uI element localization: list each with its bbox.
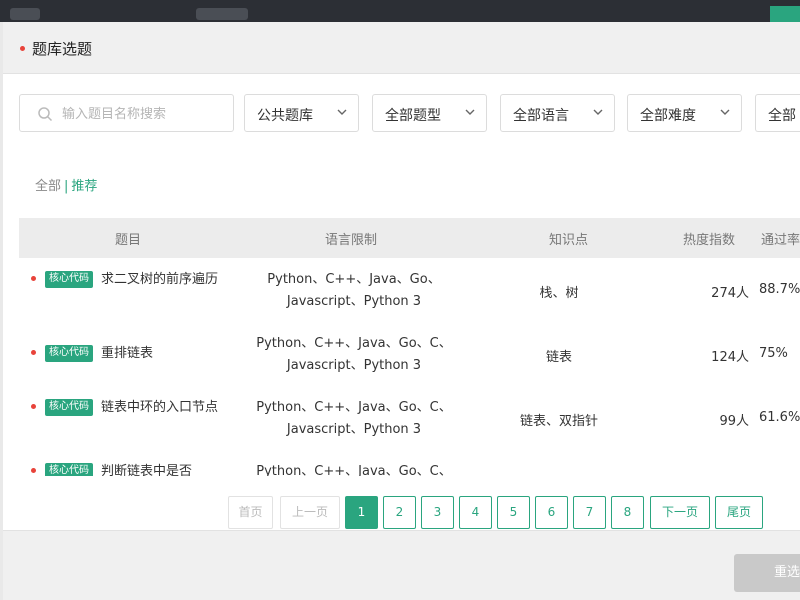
page-button-6[interactable]: 6 <box>535 496 568 529</box>
tab-recommend[interactable]: 推荐 <box>71 179 97 194</box>
page-button-3[interactable]: 3 <box>421 496 454 529</box>
filter-bar: 公共题库 全部题型 全部语言 全部难度 全部 <box>3 94 800 134</box>
pagination: 首页 上一页 1 2 3 4 5 6 7 8 下一页 尾页 <box>3 496 800 530</box>
question-title-cell: 核心代码 重排链表 <box>29 343 234 365</box>
chevron-down-icon <box>337 109 347 115</box>
language-cell: Python、C++、Java、Go、C、 <box>256 464 452 476</box>
top-bar-item <box>196 8 248 20</box>
core-code-tag: 核心代码 <box>45 463 93 476</box>
question-title[interactable]: 求二叉树的前序遍历 <box>101 272 218 287</box>
question-title[interactable]: 判断链表中是否 <box>101 464 192 476</box>
language-cell: Python、C++、Java、Go、Javascript、Python 3 <box>267 272 441 309</box>
language-cell: Python、C++、Java、Go、C、Javascript、Python 3 <box>256 336 452 373</box>
prev-page-button[interactable]: 上一页 <box>280 496 340 529</box>
page-button-2[interactable]: 2 <box>383 496 416 529</box>
chevron-down-icon <box>720 109 730 115</box>
reselect-button[interactable]: 重选 <box>734 554 800 592</box>
bank-select[interactable]: 公共题库 <box>244 94 359 132</box>
page-button-4[interactable]: 4 <box>459 496 492 529</box>
type-select[interactable]: 全部题型 <box>372 94 487 132</box>
question-title-cell: 核心代码 判断链表中是否 <box>29 461 234 476</box>
top-bar-item <box>10 8 40 20</box>
pass-rate-cell: 61.6% <box>759 410 800 425</box>
page-button-5[interactable]: 5 <box>497 496 530 529</box>
language-select[interactable]: 全部语言 <box>500 94 615 132</box>
knowledge-cell: 链表 <box>545 350 572 365</box>
top-bar-action[interactable] <box>770 6 800 22</box>
search-input[interactable] <box>62 104 222 124</box>
page-button-8[interactable]: 8 <box>611 496 644 529</box>
knowledge-cell: 栈、树 <box>539 286 579 301</box>
table-row[interactable]: 核心代码 判断链表中是否 Python、C++、Java、Go、C、 <box>19 451 800 476</box>
heat-cell: 99人 <box>719 414 749 429</box>
first-page-button[interactable]: 首页 <box>228 496 273 529</box>
search-box[interactable] <box>19 94 234 132</box>
language-select-value: 全部语言 <box>513 108 569 124</box>
column-header-heat: 热度指数 <box>683 233 736 248</box>
table-row[interactable]: 核心代码 求二叉树的前序遍历 Python、C++、Java、Go、Javascr… <box>19 259 800 323</box>
title-dot <box>20 46 25 51</box>
core-code-tag: 核心代码 <box>45 345 93 362</box>
dialog-title: 题库选题 <box>32 40 93 58</box>
page-button-1[interactable]: 1 <box>345 496 378 529</box>
column-header-knowledge: 知识点 <box>549 233 589 248</box>
next-page-button[interactable]: 下一页 <box>650 496 710 529</box>
last-page-button[interactable]: 尾页 <box>715 496 763 529</box>
question-title[interactable]: 重排链表 <box>101 346 153 361</box>
column-header-pass-rate: 通过率 <box>761 233 800 248</box>
column-header-language: 语言限制 <box>325 233 378 248</box>
dialog-header: 题库选题 <box>3 22 800 74</box>
question-table: 题目 语言限制 知识点 热度指数 通过率 核心代码 求二叉树的前序遍历 Pytho… <box>19 218 800 476</box>
category-tabs: 全部 | 推荐 <box>35 175 97 194</box>
pass-rate-cell: 88.7% <box>759 282 800 297</box>
dialog-footer: 重选 <box>3 530 800 600</box>
column-header-title: 题目 <box>115 233 142 248</box>
bank-select-value: 公共题库 <box>257 108 313 124</box>
app-top-bar <box>0 0 800 22</box>
extra-select-value: 全部 <box>768 108 796 124</box>
table-row[interactable]: 核心代码 链表中环的入口节点 Python、C++、Java、Go、C、Javas… <box>19 387 800 451</box>
type-select-value: 全部题型 <box>385 108 441 124</box>
tab-all[interactable]: 全部 <box>35 179 61 194</box>
extra-select[interactable]: 全部 <box>755 94 800 132</box>
chevron-down-icon <box>593 109 603 115</box>
question-title-cell: 核心代码 求二叉树的前序遍历 <box>29 269 234 291</box>
core-code-tag: 核心代码 <box>45 271 93 288</box>
search-icon <box>38 107 53 122</box>
difficulty-select-value: 全部难度 <box>640 108 696 124</box>
question-title-cell: 核心代码 链表中环的入口节点 <box>29 397 234 419</box>
knowledge-cell: 链表、双指针 <box>519 414 598 429</box>
question-bank-dialog: 题库选题 公共题库 全部题型 全部语言 全部难度 全部 <box>3 22 800 600</box>
chevron-down-icon <box>465 109 475 115</box>
language-cell: Python、C++、Java、Go、C、Javascript、Python 3 <box>256 400 452 437</box>
table-header: 题目 语言限制 知识点 热度指数 通过率 <box>19 218 800 258</box>
tab-separator: | <box>64 179 69 194</box>
page-button-7[interactable]: 7 <box>573 496 606 529</box>
difficulty-select[interactable]: 全部难度 <box>627 94 742 132</box>
heat-cell: 274人 <box>711 286 749 301</box>
question-title[interactable]: 链表中环的入口节点 <box>101 400 218 415</box>
heat-cell: 124人 <box>711 350 749 365</box>
pass-rate-cell: 75% <box>759 346 788 361</box>
core-code-tag: 核心代码 <box>45 399 93 416</box>
table-row[interactable]: 核心代码 重排链表 Python、C++、Java、Go、C、Javascript… <box>19 323 800 387</box>
